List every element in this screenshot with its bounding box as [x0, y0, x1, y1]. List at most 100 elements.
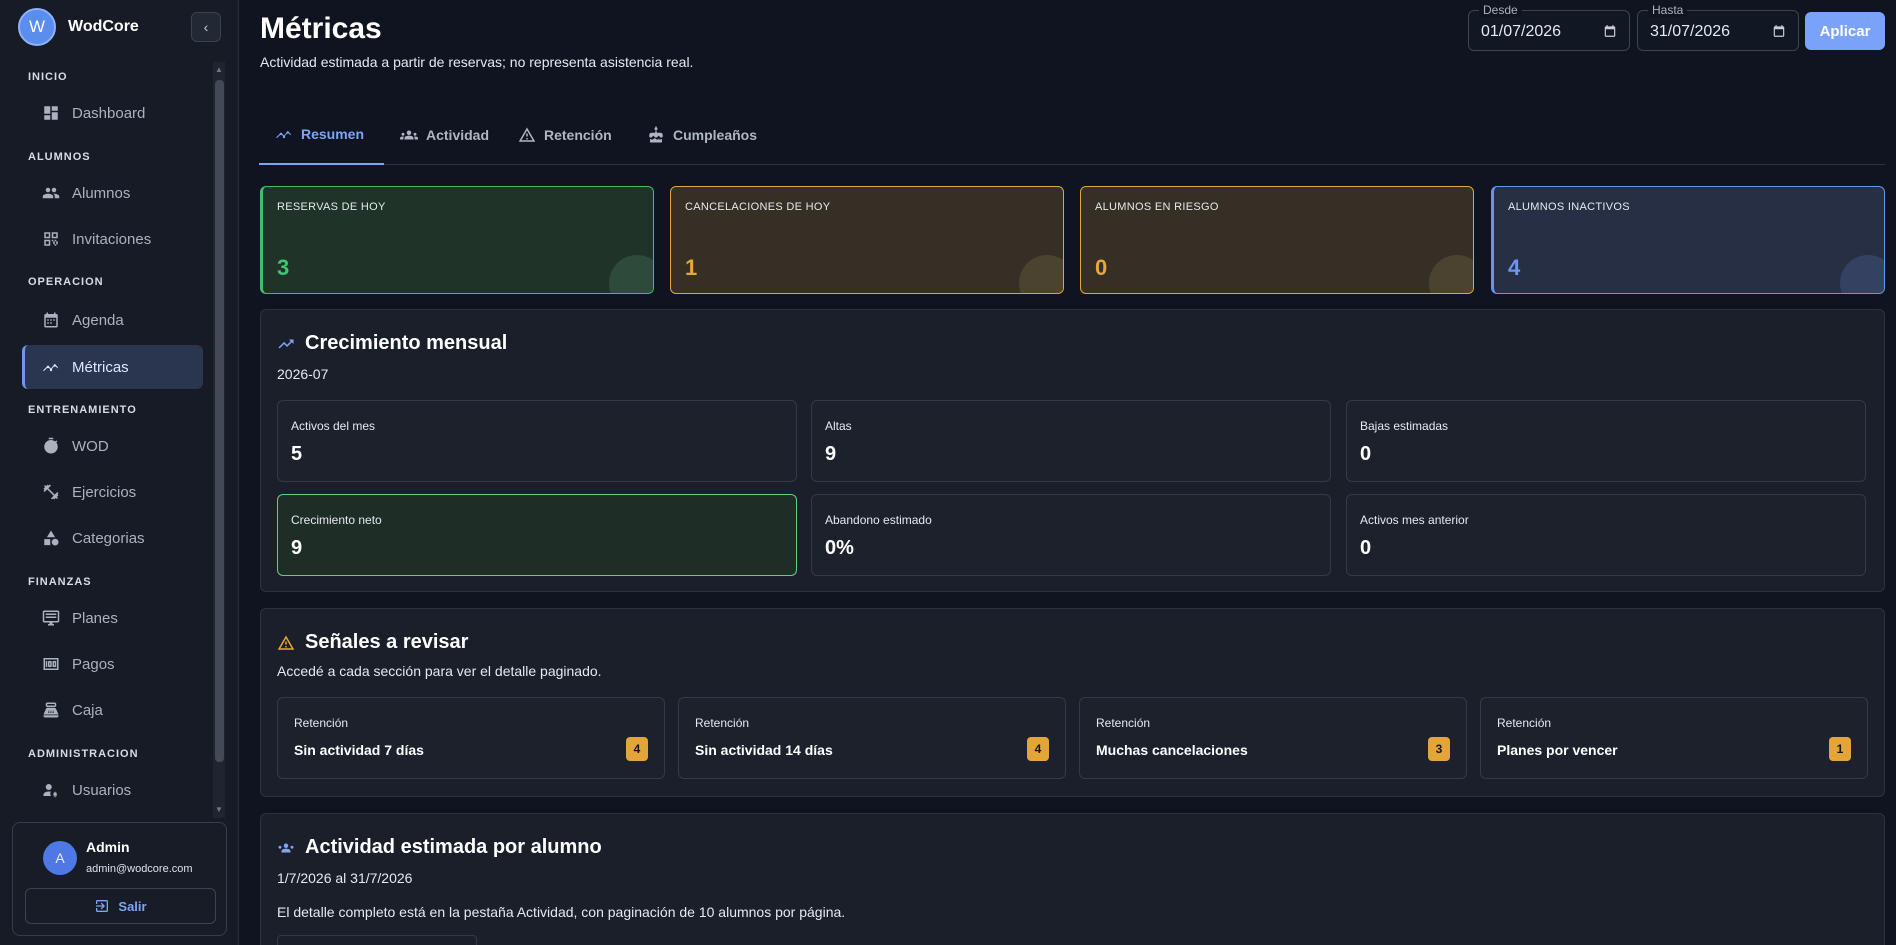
stat-value: 9	[825, 443, 837, 465]
kpi-decoration	[1429, 255, 1473, 293]
kpi-label: RESERVAS DE HOY	[277, 201, 386, 213]
signals-title: Señales a revisar	[277, 631, 468, 654]
brand-name: WodCore	[68, 18, 139, 35]
date-from-value: 01/07/2026	[1481, 23, 1562, 40]
sidebar-item-label: Planes	[72, 609, 118, 627]
sidebar-item-alumnos[interactable]: Alumnos	[22, 171, 203, 215]
scroll-up-arrow-icon[interactable]: ▲	[215, 66, 223, 74]
sidebar-item-categorias[interactable]: Categorias	[22, 516, 203, 560]
sidebar-item-ejercicios[interactable]: Ejercicios	[22, 470, 203, 514]
sidebar-item-label: Dashboard	[72, 104, 146, 122]
count-badge: 4	[626, 737, 648, 761]
register-icon	[42, 701, 60, 719]
logout-label: Salir	[118, 898, 147, 914]
sidebar-item-label: WOD	[72, 437, 109, 455]
sidebar-item-label: Agenda	[72, 311, 124, 329]
logout-button[interactable]: Salir	[25, 888, 216, 924]
nav-section-finanzas: FINANZAS	[28, 576, 92, 588]
stat-value: 0	[1360, 537, 1372, 559]
stat-value: 5	[291, 443, 303, 465]
sidebar-item-wod[interactable]: WOD	[22, 424, 203, 468]
date-to-field[interactable]: Hasta 31/07/2026	[1637, 3, 1799, 51]
tab-cumpleanos[interactable]: Cumpleaños	[631, 104, 773, 165]
signal-card-sin-actividad-7[interactable]: Retención Sin actividad 7 días 4	[277, 697, 665, 779]
kpi-value: 4	[1508, 255, 1521, 280]
tab-resumen[interactable]: Resumen	[259, 104, 384, 165]
calendar-icon[interactable]	[1603, 24, 1617, 38]
kpi-card-cancelaciones: CANCELACIONES DE HOY 1	[670, 186, 1064, 294]
apply-button[interactable]: Aplicar	[1805, 12, 1885, 50]
kpi-decoration	[1019, 255, 1063, 293]
avatar: A	[43, 841, 77, 875]
activity-link-button[interactable]	[277, 935, 477, 945]
tab-retencion[interactable]: Retención	[502, 104, 628, 165]
growth-title-text: Crecimiento mensual	[305, 332, 508, 354]
kpi-card-riesgo: ALUMNOS EN RIESGO 0	[1080, 186, 1474, 294]
sidebar-item-metricas[interactable]: Métricas	[22, 345, 203, 389]
stat-label: Bajas estimadas	[1360, 419, 1449, 433]
sidebar-item-invitaciones[interactable]: Invitaciones	[22, 217, 203, 261]
calendar-icon	[42, 311, 60, 329]
stat-activos-anterior: Activos mes anterior 0	[1346, 494, 1866, 576]
brand[interactable]: W WodCore	[18, 8, 139, 46]
date-from-field[interactable]: Desde 01/07/2026	[1468, 3, 1630, 51]
signal-name: Muchas cancelaciones	[1096, 742, 1248, 758]
growth-title: Crecimiento mensual	[277, 332, 507, 355]
warning-icon	[518, 127, 536, 142]
count-badge: 4	[1027, 737, 1049, 761]
monitor-icon	[42, 609, 60, 627]
sidebar-item-label: Ejercicios	[72, 483, 137, 501]
user-card: A Admin admin@wodcore.com Salir	[12, 822, 227, 936]
stat-abandono: Abandono estimado 0%	[811, 494, 1331, 576]
collapse-sidebar-button[interactable]: ‹	[191, 12, 221, 42]
activity-title-text: Actividad estimada por alumno	[305, 836, 602, 858]
brand-logo: W	[18, 8, 56, 46]
sidebar-item-label: Caja	[72, 701, 103, 719]
stat-label: Activos del mes	[291, 419, 376, 433]
group-icon	[278, 843, 294, 852]
tab-label: Resumen	[301, 125, 365, 142]
signals-subtitle: Accedé a cada sección para ver el detall…	[277, 663, 602, 679]
sidebar: W WodCore ‹ INICIO Dashboard ALUMNOS Alu…	[0, 0, 239, 945]
logout-icon	[96, 900, 109, 912]
tab-actividad[interactable]: Actividad	[384, 104, 505, 165]
nav-section-entrenamiento: ENTRENAMIENTO	[28, 404, 137, 416]
stat-altas: Altas 9	[811, 400, 1331, 482]
stat-value: 0%	[825, 537, 854, 559]
kpi-value: 3	[277, 255, 290, 280]
sidebar-item-agenda[interactable]: Agenda	[22, 298, 203, 342]
tab-bar: Resumen Actividad Retención Cumpleaños	[259, 104, 1885, 165]
kpi-label: CANCELACIONES DE HOY	[685, 201, 831, 213]
date-from-label: Desde	[1479, 3, 1522, 17]
signal-category: Retención	[695, 716, 750, 730]
sidebar-item-caja[interactable]: Caja	[22, 688, 203, 732]
sidebar-item-usuarios[interactable]: Usuarios	[22, 768, 203, 812]
activity-range: 1/7/2026 al 31/7/2026	[277, 870, 413, 886]
shapes-icon	[42, 529, 60, 547]
sidebar-item-dashboard[interactable]: Dashboard	[22, 91, 203, 135]
stat-label: Altas	[825, 419, 852, 433]
sidebar-scrollbar-thumb[interactable]	[215, 80, 224, 762]
signal-category: Retención	[294, 716, 349, 730]
signal-card-cancelaciones[interactable]: Retención Muchas cancelaciones 3	[1079, 697, 1467, 779]
activity-title: Actividad estimada por alumno	[277, 836, 602, 859]
page-subtitle: Actividad estimada a partir de reservas;…	[260, 54, 694, 70]
cake-icon	[649, 125, 663, 142]
sidebar-item-planes[interactable]: Planes	[22, 596, 203, 640]
page-title: Métricas	[260, 12, 382, 45]
signal-card-sin-actividad-14[interactable]: Retención Sin actividad 14 días 4	[678, 697, 1066, 779]
signal-category: Retención	[1497, 716, 1552, 730]
stat-label: Activos mes anterior	[1360, 513, 1469, 527]
date-to-value: 31/07/2026	[1650, 23, 1731, 40]
calendar-icon[interactable]	[1772, 24, 1786, 38]
signals-title-text: Señales a revisar	[305, 631, 469, 653]
signal-card-planes-vencer[interactable]: Retención Planes por vencer 1	[1480, 697, 1868, 779]
kpi-value: 0	[1095, 255, 1108, 280]
sidebar-item-pagos[interactable]: Pagos	[22, 642, 203, 686]
qr-icon	[42, 230, 60, 248]
timer-icon	[42, 437, 60, 455]
growth-panel: Crecimiento mensual 2026-07 Activos del …	[260, 309, 1885, 592]
kpi-label: ALUMNOS INACTIVOS	[1508, 201, 1630, 213]
scroll-down-arrow-icon[interactable]: ▼	[215, 806, 223, 814]
dashboard-icon	[42, 104, 60, 122]
